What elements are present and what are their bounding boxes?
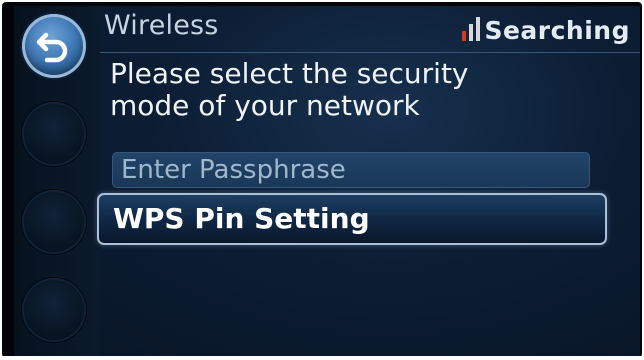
back-arrow-icon xyxy=(36,32,68,63)
page-title: Wireless xyxy=(104,10,219,41)
signal-strength-icon xyxy=(462,17,481,41)
back-button[interactable] xyxy=(22,14,86,78)
rail-button-2[interactable] xyxy=(22,102,86,166)
rail-button-4[interactable] xyxy=(22,278,86,342)
header-bar: Wireless Searching xyxy=(100,6,640,53)
instruction-text: Please select the security mode of your … xyxy=(110,58,610,122)
instruction-line-2: mode of your network xyxy=(110,89,420,122)
status-text: Searching xyxy=(484,16,630,45)
instruction-line-1: Please select the security xyxy=(110,57,469,90)
bottom-edge xyxy=(0,356,644,360)
option-enter-passphrase[interactable]: Enter Passphrase xyxy=(112,152,590,188)
connection-status: Searching xyxy=(462,11,630,45)
option-wps-pin-setting[interactable]: WPS Pin Setting xyxy=(97,193,607,245)
left-button-rail xyxy=(14,6,100,358)
rail-button-3[interactable] xyxy=(22,190,86,254)
